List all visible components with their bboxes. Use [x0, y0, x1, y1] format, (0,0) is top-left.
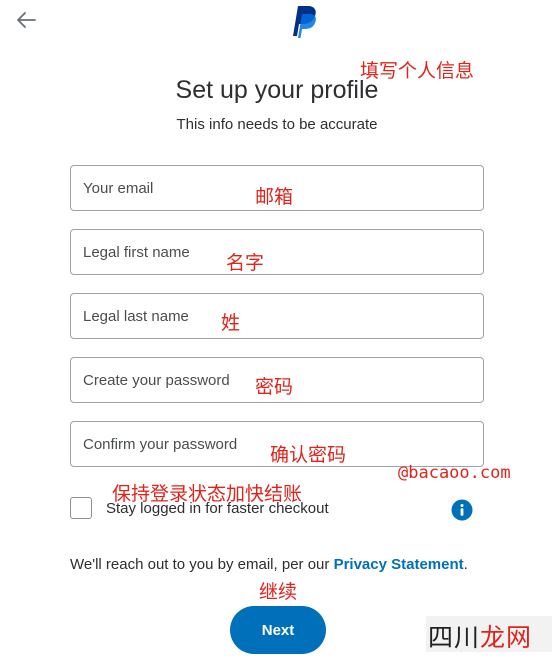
- stay-logged-in-checkbox[interactable]: [70, 497, 92, 519]
- privacy-notice: We'll reach out to you by email, per our…: [70, 556, 468, 573]
- page-title: Set up your profile: [175, 76, 379, 104]
- paypal-logo-icon: [293, 6, 316, 38]
- back-arrow-icon[interactable]: [14, 8, 38, 32]
- last-name-field-wrapper: [70, 293, 484, 339]
- last-name-field[interactable]: [71, 294, 483, 338]
- first-name-field[interactable]: [71, 230, 483, 274]
- watermark-brand: 四川龙网: [428, 618, 532, 654]
- privacy-notice-period: .: [463, 556, 468, 573]
- annotation-last-name: 姓: [221, 312, 241, 334]
- next-button[interactable]: Next: [230, 606, 326, 654]
- watermark-site: @bacaoo.com: [398, 463, 511, 483]
- first-name-field-wrapper: [70, 229, 484, 275]
- annotation-confirm-password: 确认密码: [270, 444, 347, 466]
- page-subtitle: This info needs to be accurate: [176, 116, 378, 133]
- annotation-password: 密码: [255, 376, 294, 398]
- watermark-brand-a: 四川: [428, 623, 481, 652]
- stay-logged-in-label: Stay logged in for faster checkout: [106, 500, 329, 517]
- info-icon[interactable]: [451, 499, 473, 521]
- privacy-notice-text: We'll reach out to you by email, per our: [70, 556, 334, 573]
- annotation-email: 邮箱: [255, 186, 294, 208]
- annotation-first-name: 名字: [226, 252, 265, 274]
- annotation-next: 继续: [259, 581, 298, 603]
- watermark-brand-b: 龙网: [480, 623, 533, 652]
- privacy-statement-link[interactable]: Privacy Statement: [334, 556, 464, 573]
